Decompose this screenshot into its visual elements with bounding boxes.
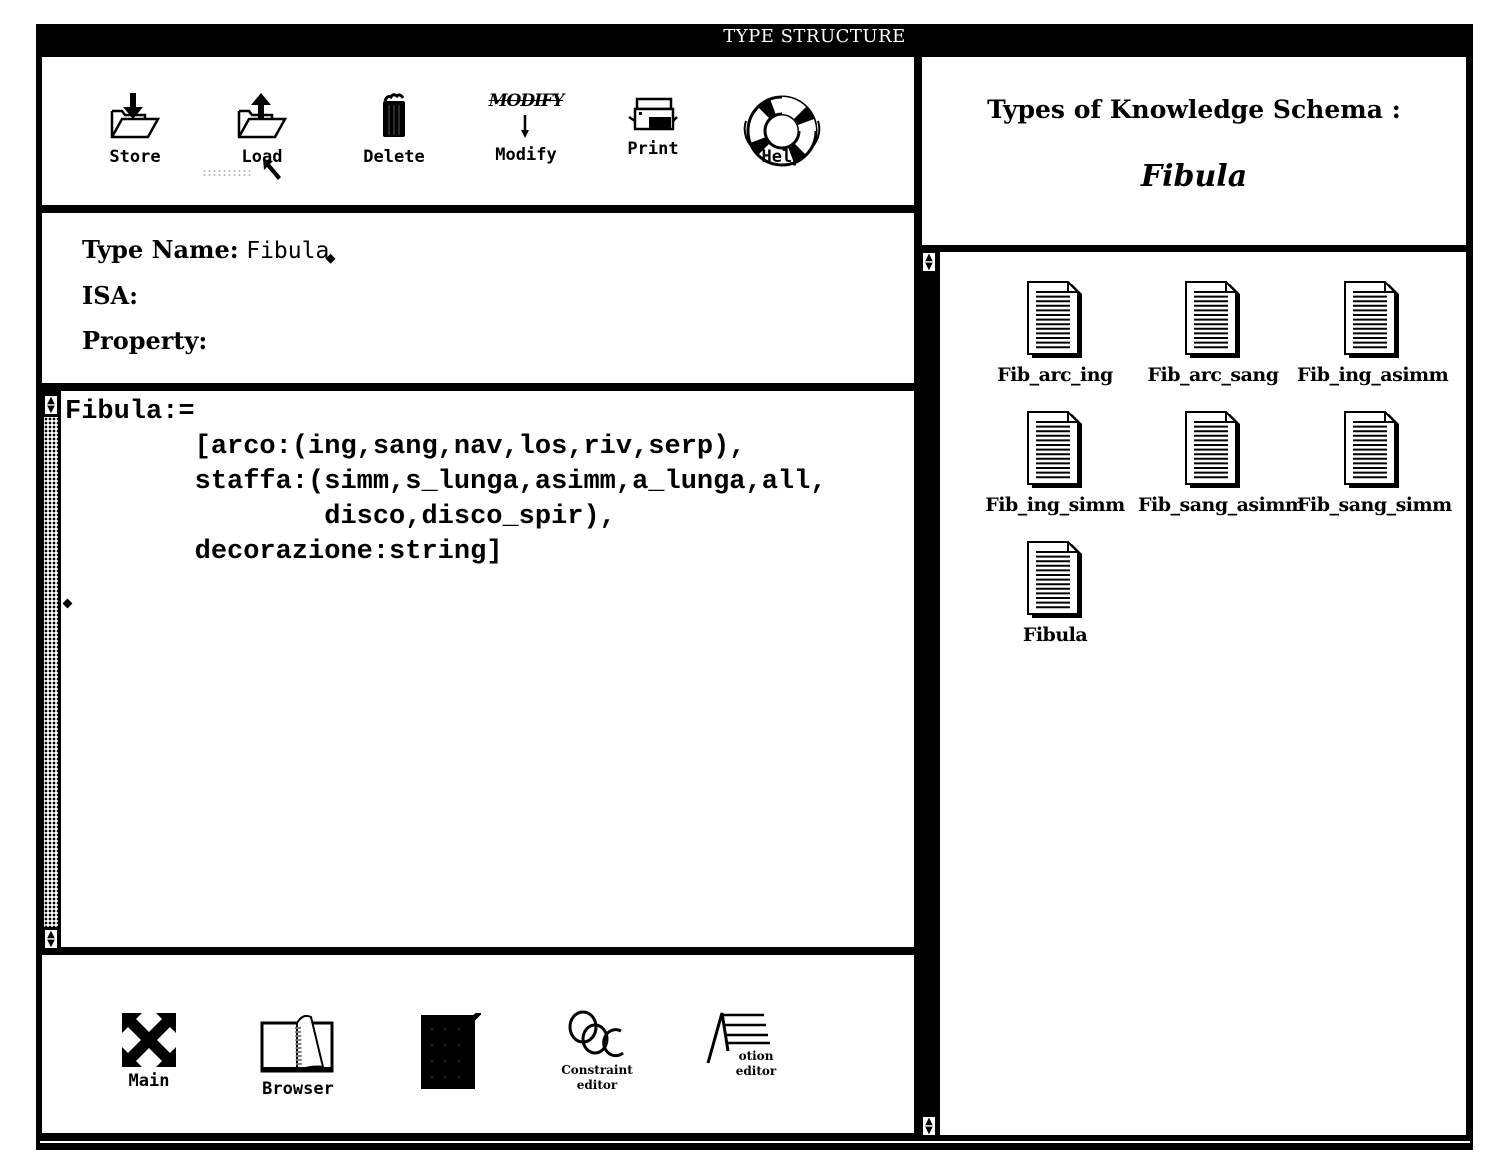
editor-scroll-track[interactable] [44,417,58,927]
main-label: Main [128,1071,170,1091]
document-label: Fib_sang_simm [1297,494,1452,516]
modify-button[interactable]: MODIFY Modify [486,91,566,165]
document-icon [1185,411,1240,488]
code-line: disco,disco_spir), [65,502,616,532]
text-caret-icon [62,598,73,609]
schema-header-panel: Types of Knowledge Schema : Fibula [919,54,1469,248]
document-item[interactable]: Fib_ing_asimm [1297,280,1449,386]
store-button[interactable]: Store [100,93,170,167]
load-button[interactable]: Load [227,93,297,180]
action-ladder-icon: otion editor [706,1011,786,1078]
type-name-row: Type Name: Fibula [82,235,344,264]
document-item[interactable]: Fib_arc_sang [1138,280,1288,386]
isa-row: ISA: [82,281,138,310]
document-icon [1344,281,1399,358]
document-icon [1185,281,1240,358]
document-label: Fibula [1022,624,1088,646]
document-label: Fib_ing_asimm [1297,364,1449,386]
document-icon [1344,411,1399,488]
mouse-pointer-icon [263,159,281,180]
constraint-editor-label: Constraint editor [561,1063,633,1092]
code-line: decorazione:string] [65,537,503,567]
document-item[interactable]: Fibula [980,540,1130,646]
document-label: Fib_ing_simm [985,494,1125,516]
modify-label: Modify [495,145,557,165]
print-label: Print [627,139,679,159]
document-item[interactable]: Fib_arc_ing [980,280,1130,386]
cursor-smudge [202,169,252,177]
schema-name: Fibula [1140,159,1248,194]
document-icon [1027,281,1082,358]
isa-label: ISA: [82,281,139,310]
notepad-button[interactable] [414,1010,484,1093]
modify-icon: MODIFY [486,91,566,143]
document-item[interactable]: Fib_ing_simm [980,410,1130,516]
definition-text[interactable]: Fibula:= [arco:(ing,sang,nav,los,riv,ser… [65,395,827,570]
constraint-editor-button[interactable]: Constraint editor [554,1009,640,1093]
book-icon [260,1014,334,1073]
definition-editor-panel: ▲ ▼ ▲ ▼ Fibula:= [arco:(ing,sang,nav,los,r… [39,388,917,950]
help-button[interactable]: Help [741,91,823,175]
document-icon [1027,541,1082,618]
type-form-panel: Type Name: Fibula ISA: Property: [39,210,917,386]
notepad-icon [421,1010,482,1089]
window-bottom-highlight [40,1141,1470,1143]
action-editor-button[interactable]: otion editor [706,1011,786,1078]
document-label: Fib_arc_sang [1147,364,1280,386]
editor-scroll-up-button[interactable]: ▲ ▼ [44,395,58,415]
documents-scroll-down-button[interactable]: ▲ ▼ [922,1116,936,1136]
load-label: Load [241,147,283,167]
documents-scroll-up-button[interactable]: ▲ ▼ [922,252,936,272]
action-editor-label: otion editor [735,1049,777,1078]
document-icon [1027,411,1082,488]
documents-panel: Fib_arc_ing Fib_arc_sang Fib_ing_asimm Fib_… [940,250,1469,1138]
type-name-input[interactable]: Fibula [246,238,329,264]
window-title: TYPE STRUCTURE [723,26,906,47]
document-item[interactable]: Fib_sang_simm [1297,410,1452,516]
editor-scroll-down-button[interactable]: ▲ ▼ [44,929,58,949]
delete-label: Delete [363,147,425,167]
document-label: Fib_sang_asimm [1138,494,1305,516]
property-label: Property: [82,326,208,355]
folder-load-icon [237,93,288,139]
print-button[interactable]: Print [620,97,686,159]
trash-can-icon [383,93,405,137]
expand-arrows-icon [122,1013,176,1067]
store-label: Store [109,147,161,167]
delete-button[interactable]: Delete [356,93,432,167]
main-button[interactable]: Main [112,1013,186,1091]
printer-icon [628,97,678,131]
documents-scrollbar[interactable] [918,250,940,1138]
property-row: Property: [82,326,207,355]
browser-label: Browser [262,1079,334,1099]
document-item[interactable]: Fib_sang_asimm [1138,410,1305,516]
toolbar-panel: Store Load Delete MODIFY Modify Print He… [39,54,917,208]
chain-links-icon [568,1010,624,1058]
code-line: [arco:(ing,sang,nav,los,riv,serp), [65,432,746,462]
title-bar[interactable]: TYPE STRUCTURE [36,24,1473,50]
document-label: Fib_arc_ing [997,364,1113,386]
help-label: Help [761,147,803,167]
browser-button[interactable]: Browser [252,1013,344,1099]
bottom-tools-panel: Main Browser Constraint editor otion edi… [39,952,917,1136]
type-name-label: Type Name: [82,235,239,264]
code-line: Fibula:= [65,397,195,427]
schema-heading: Types of Knowledge Schema : [987,95,1401,124]
folder-store-icon [110,93,161,139]
window-bottom-border [36,1136,1473,1150]
code-line: staffa:(simm,s_lunga,asimm,a_lunga,all, [65,467,827,497]
